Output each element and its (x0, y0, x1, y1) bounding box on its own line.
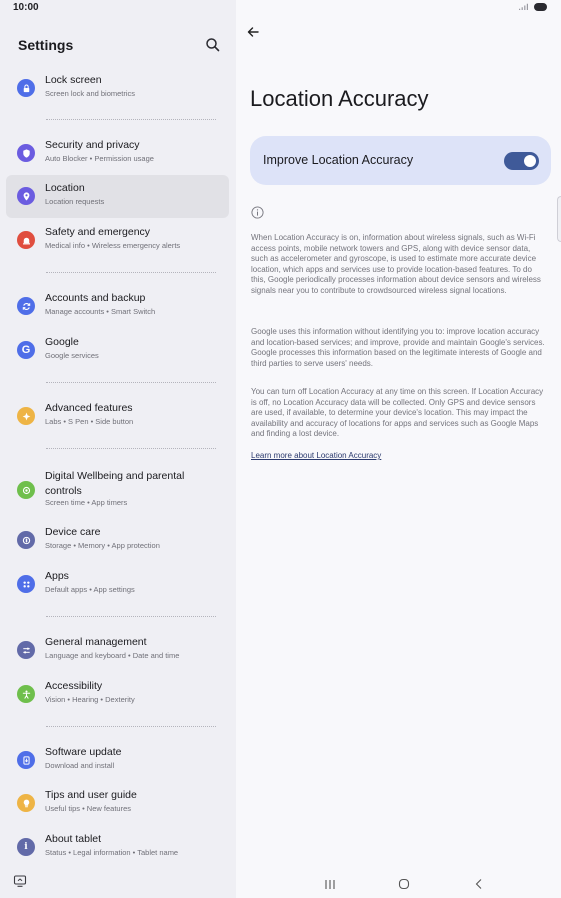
divider (46, 726, 216, 727)
item-subtitle: Default apps • App settings (45, 585, 135, 594)
accessibility-icon (17, 685, 35, 703)
settings-item-security-privacy[interactable]: Security and privacy Auto Blocker • Perm… (6, 132, 229, 175)
bulb-icon (17, 794, 35, 812)
shield-icon (17, 144, 35, 162)
info-circle-icon (251, 206, 264, 219)
item-subtitle: Google services (45, 351, 99, 360)
item-title: Digital Wellbeing and parental controls (45, 470, 185, 497)
device-care-icon (17, 531, 35, 549)
settings-item-location[interactable]: Location Location requests (6, 175, 229, 218)
google-icon: G (17, 341, 35, 359)
detail-title: Location Accuracy (250, 86, 429, 111)
item-subtitle: Storage • Memory • App protection (45, 541, 160, 550)
settings-item-google[interactable]: G Google Google services (6, 329, 229, 372)
settings-item-software-update[interactable]: Software update Download and install (6, 739, 229, 782)
item-title: Location (45, 182, 85, 194)
lock-icon (17, 79, 35, 97)
back-arrow-icon[interactable] (245, 24, 261, 40)
item-title: Google (45, 336, 79, 348)
item-subtitle: Labs • S Pen • Side button (45, 417, 134, 426)
divider (46, 119, 216, 120)
status-icons (518, 3, 548, 11)
update-icon (17, 751, 35, 769)
settings-item-safety-emergency[interactable]: Safety and emergency Medical info • Wire… (6, 219, 229, 262)
learn-more-link[interactable]: Learn more about Location Accuracy (251, 451, 381, 460)
item-subtitle: Language and keyboard • Date and time (45, 651, 180, 660)
divider (46, 382, 216, 383)
switch-knob (524, 155, 536, 167)
status-time: 10:00 (13, 2, 39, 13)
battery-icon (534, 3, 547, 11)
sliders-icon (17, 641, 35, 659)
item-title: Safety and emergency (45, 226, 151, 238)
item-title: Lock screen (45, 74, 102, 86)
star-icon (17, 407, 35, 425)
emergency-icon (17, 231, 35, 249)
item-subtitle: Screen lock and biometrics (45, 89, 136, 98)
item-title: Advanced features (45, 402, 133, 414)
item-subtitle: Location requests (45, 197, 105, 206)
search-icon[interactable] (204, 36, 222, 54)
toggle-label: Improve Location Accuracy (263, 153, 414, 167)
settings-pane: 10:00 Settings Lock screen Screen lock a… (0, 0, 236, 898)
settings-item-accessibility[interactable]: Accessibility Vision • Hearing • Dexteri… (6, 673, 229, 716)
edge-panel-handle[interactable] (557, 196, 561, 242)
description-paragraph: Google uses this information without ide… (251, 327, 545, 368)
settings-item-accounts-backup[interactable]: Accounts and backup Manage accounts • Sm… (6, 285, 229, 328)
divider (46, 448, 216, 449)
item-subtitle: Status • Legal information • Tablet name (45, 848, 179, 857)
apps-grid-icon (17, 575, 35, 593)
keyboard-icon[interactable] (13, 874, 27, 888)
item-title: About tablet (45, 833, 102, 845)
back-nav-button[interactable] (474, 876, 484, 892)
settings-item-device-care[interactable]: Device care Storage • Memory • App prote… (6, 519, 229, 562)
item-title: Device care (45, 526, 101, 538)
item-subtitle: Manage accounts • Smart Switch (45, 307, 156, 316)
improve-location-accuracy-toggle-row[interactable]: Improve Location Accuracy (250, 136, 551, 185)
description-paragraph: When Location Accuracy is on, informatio… (251, 233, 541, 295)
recent-apps-button[interactable] (324, 876, 336, 892)
item-subtitle: Screen time • App timers (45, 498, 128, 507)
improve-location-accuracy-switch[interactable] (504, 152, 539, 170)
home-button[interactable] (398, 876, 410, 892)
settings-item-advanced-features[interactable]: Advanced features Labs • S Pen • Side bu… (6, 395, 229, 438)
item-subtitle: Useful tips • New features (45, 804, 131, 813)
item-subtitle: Download and install (45, 761, 115, 770)
location-pin-icon (17, 187, 35, 205)
item-title: Accounts and backup (45, 292, 146, 304)
item-title: Software update (45, 746, 122, 758)
settings-item-general-management[interactable]: General management Language and keyboard… (6, 629, 229, 672)
divider (46, 616, 216, 617)
item-subtitle: Auto Blocker • Permission usage (45, 154, 154, 163)
signal-icon (519, 3, 528, 10)
page-title: Settings (18, 37, 74, 53)
settings-item-tips-guide[interactable]: Tips and user guide Useful tips • New fe… (6, 782, 229, 825)
item-title: Accessibility (45, 680, 103, 692)
settings-item-digital-wellbeing[interactable]: Digital Wellbeing and parental controls … (6, 466, 229, 512)
wellbeing-icon (17, 481, 35, 499)
item-title: Apps (45, 570, 69, 582)
description-paragraph: You can turn off Location Accuracy at an… (251, 387, 544, 439)
info-icon: i (17, 838, 35, 856)
item-title: Security and privacy (45, 139, 140, 151)
item-title: General management (45, 636, 147, 648)
sync-icon (17, 297, 35, 315)
settings-item-apps[interactable]: Apps Default apps • App settings (6, 563, 229, 606)
item-subtitle: Medical info • Wireless emergency alerts (45, 241, 181, 250)
settings-item-lock-screen[interactable]: Lock screen Screen lock and biometrics (6, 67, 229, 110)
detail-pane: Location Accuracy Improve Location Accur… (236, 0, 561, 898)
item-subtitle: Vision • Hearing • Dexterity (45, 695, 135, 704)
divider (46, 272, 216, 273)
settings-item-about-tablet[interactable]: i About tablet Status • Legal informatio… (6, 826, 229, 869)
item-title: Tips and user guide (45, 789, 137, 801)
